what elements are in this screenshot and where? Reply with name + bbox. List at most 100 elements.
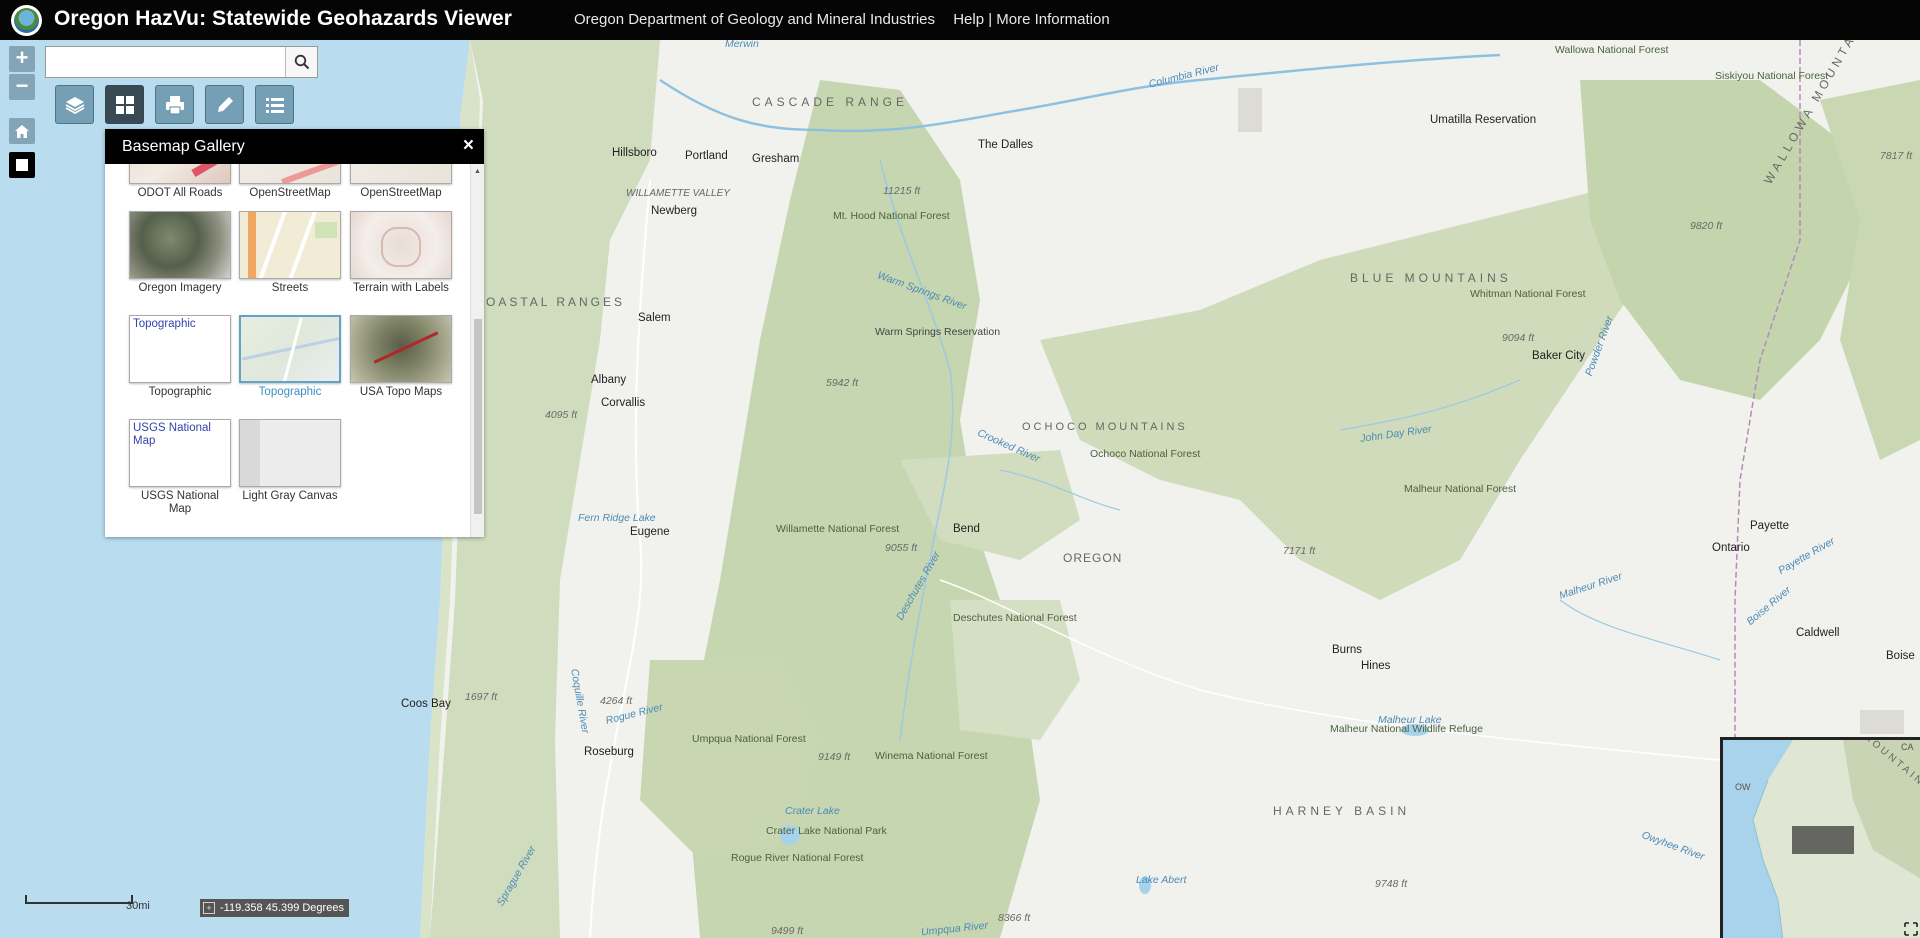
basemap-label: Streets	[271, 282, 309, 294]
map-label: Fern Ridge Lake	[578, 512, 656, 524]
layers-icon	[65, 96, 84, 114]
dogami-link[interactable]: Oregon Department of Geology and Mineral…	[574, 11, 935, 28]
overview-extent-box[interactable]	[1792, 826, 1854, 854]
map-label: Crater Lake National Park	[766, 825, 887, 837]
map-label: Gresham	[752, 153, 800, 165]
home-icon	[15, 124, 29, 138]
map-label: OASTAL RANGES	[486, 295, 626, 309]
map-label: Crater Lake	[785, 805, 840, 817]
print-icon	[165, 95, 184, 114]
map-label: 7817 ft	[1880, 150, 1913, 162]
map-label: Albany	[591, 374, 627, 386]
gallery-header: Basemap Gallery ×	[105, 129, 484, 164]
coordinate-readout: -119.358 45.399 Degrees	[220, 902, 344, 914]
legend-button[interactable]	[255, 85, 294, 124]
basemap-thumbnail: Topographic	[129, 315, 231, 383]
map-label: Mt. Hood National Forest	[833, 210, 950, 222]
map-label: The Dalles	[978, 139, 1033, 151]
pencil-icon	[217, 96, 233, 112]
map-label: Willamette National Forest	[776, 523, 899, 535]
map-label: 9748 ft	[1375, 878, 1408, 890]
basemap-thumbnail	[239, 315, 341, 383]
basemap-item-usgs-national-map[interactable]: USGS National Map USGS National Map	[129, 419, 231, 516]
map-label: 11215 ft	[883, 185, 921, 197]
map-label: Hillsboro	[612, 147, 657, 159]
overview-map[interactable]: CKY MOUNTAINS OW CA	[1720, 737, 1920, 938]
list-icon	[265, 97, 284, 113]
map-label: Umpqua National Forest	[692, 733, 806, 745]
map-label: 4264 ft	[600, 695, 633, 707]
basemap-item-oregon-imagery[interactable]: Oregon Imagery	[129, 211, 231, 295]
zoom-in-button[interactable]: +	[9, 46, 35, 72]
search-button[interactable]	[285, 47, 317, 77]
map-label: OCHOCO MOUNTAINS	[1022, 421, 1188, 433]
basemap-item-streets[interactable]: Streets	[239, 211, 341, 295]
map-label: Winema National Forest	[875, 750, 988, 762]
map-label: Hines	[1361, 660, 1391, 672]
map-label: Corvallis	[601, 397, 646, 409]
help-link[interactable]: Help | More Information	[953, 11, 1109, 28]
map-label: Ontario	[1712, 542, 1750, 554]
map-label: Malheur National Wildlife Refuge	[1330, 723, 1483, 735]
basemap-label: OpenStreetMap	[360, 187, 442, 199]
map-label: 8366 ft	[998, 912, 1031, 924]
basemap-label: USGS National Map	[141, 490, 219, 515]
stop-locate-button[interactable]	[9, 152, 35, 178]
basemap-gallery-button[interactable]	[105, 85, 144, 124]
zoom-out-button[interactable]: −	[9, 74, 35, 100]
map-label: Merwin	[725, 40, 759, 50]
app-title: Oregon HazVu: Statewide Geohazards Viewe…	[54, 7, 513, 30]
broken-image-alt: Topographic	[133, 318, 196, 330]
gallery-scrollbar[interactable]: ▲	[470, 164, 484, 537]
map-label: Portland	[685, 150, 728, 162]
map-label: Warm Springs Reservation	[875, 326, 1001, 338]
close-icon[interactable]: ×	[463, 136, 474, 155]
map-label: OREGON	[1063, 551, 1123, 565]
header-links: Oregon Department of Geology and Mineral…	[574, 11, 1110, 28]
basemap-thumbnail: USGS National Map	[129, 419, 231, 487]
search-input[interactable]	[46, 47, 285, 77]
home-button[interactable]	[9, 118, 35, 144]
map-label: Bend	[953, 523, 980, 535]
map-label: Boise	[1886, 650, 1915, 662]
map-label: HARNEY BASIN	[1273, 804, 1411, 818]
basemap-thumbnail	[350, 164, 452, 184]
map-label: 9094 ft	[1502, 332, 1535, 344]
basemap-item-usa-topo[interactable]: USA Topo Maps	[350, 315, 452, 399]
map-label: Payette	[1750, 520, 1789, 532]
basemap-item-topographic[interactable]: Topographic Topographic	[129, 315, 231, 399]
stop-icon	[16, 159, 28, 171]
map-label: WILLAMETTE VALLEY	[626, 188, 730, 199]
map-label: Whitman National Forest	[1470, 288, 1586, 300]
basemap-item-odot[interactable]: ODOT All Roads	[129, 164, 231, 200]
basemap-item-terrain[interactable]: Terrain with Labels	[350, 211, 452, 295]
basemap-item-osm-2[interactable]: OpenStreetMap	[350, 164, 452, 200]
basemap-label: OpenStreetMap	[249, 187, 331, 199]
basemap-thumbnail	[239, 164, 341, 184]
map-label: Roseburg	[584, 746, 634, 758]
basemap-thumbnail	[239, 419, 341, 487]
basemap-item-light-gray[interactable]: Light Gray Canvas	[239, 419, 341, 503]
map-label: Deschutes National Forest	[953, 612, 1077, 624]
map-label: Rogue River National Forest	[731, 852, 864, 864]
basemap-thumbnail	[129, 211, 231, 279]
dogami-logo	[11, 5, 42, 36]
expand-icon[interactable]	[1904, 922, 1918, 936]
map-label: Umatilla Reservation	[1430, 114, 1537, 126]
measure-button[interactable]	[205, 85, 244, 124]
print-button[interactable]	[155, 85, 194, 124]
layers-button[interactable]	[55, 85, 94, 124]
map-label: OW	[1735, 782, 1751, 792]
basemap-thumbnail	[129, 164, 231, 184]
map-label: Siskiyou National Forest	[1715, 70, 1829, 82]
map-label: BLUE MOUNTAINS	[1350, 271, 1512, 285]
basemap-item-osm-1[interactable]: OpenStreetMap	[239, 164, 341, 200]
basemap-thumbnail	[350, 211, 452, 279]
basemap-item-topographic-selected[interactable]: Topographic	[239, 315, 341, 399]
coordinate-display[interactable]: + -119.358 45.399 Degrees	[200, 899, 349, 917]
scroll-thumb[interactable]	[474, 319, 482, 514]
basemap-thumbnail	[239, 211, 341, 279]
map-label: Malheur National Forest	[1404, 483, 1516, 495]
map-label: CA	[1901, 742, 1914, 752]
scroll-up-icon[interactable]: ▲	[474, 168, 481, 175]
